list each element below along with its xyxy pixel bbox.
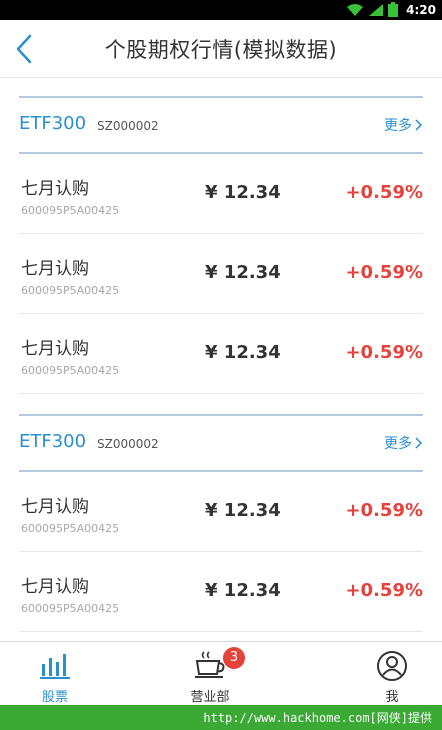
section-header: ETF300 SZ000002 更多 <box>19 414 423 472</box>
signal-icon <box>369 3 384 16</box>
section-header: ETF300 SZ000002 更多 <box>19 96 423 154</box>
option-name: 七月认购 <box>21 179 89 199</box>
nav-bar: 个股期权行情(模拟数据) <box>0 20 442 78</box>
option-price: ¥ 12.34 <box>205 500 281 521</box>
option-change: +0.59% <box>345 182 423 203</box>
status-bar: 4:20 <box>0 0 442 20</box>
tab-label: 我 <box>385 690 399 705</box>
coffee-cup-icon <box>195 651 225 678</box>
list-item[interactable]: 七月认购 600095P5A00425 ¥ 12.34 +0.59% <box>19 154 423 234</box>
option-code: 600095P5A00425 <box>21 204 120 217</box>
list-item[interactable]: 七月认购 600095P5A00425 ¥ 12.34 +0.59% <box>19 552 423 632</box>
section-etf300: ETF300 SZ000002 更多 七月认购 600095P5A00425 ¥… <box>0 96 442 394</box>
more-label: 更多 <box>384 118 412 134</box>
section-code: SZ000002 <box>97 119 159 133</box>
option-name: 七月认购 <box>21 339 89 359</box>
option-price: ¥ 12.34 <box>205 262 281 283</box>
user-icon <box>377 651 407 681</box>
battery-icon <box>388 2 399 17</box>
option-code: 600095P5A00425 <box>21 364 120 377</box>
watermark-bar: http://www.hackhome.com[网侠]提供 <box>0 705 442 730</box>
option-change: +0.59% <box>345 262 423 283</box>
section-etf300: ETF300 SZ000002 更多 七月认购 600095P5A00425 ¥… <box>0 414 442 632</box>
option-name: 七月认购 <box>21 497 89 517</box>
option-code: 600095P5A00425 <box>21 602 120 615</box>
page-title: 个股期权行情(模拟数据) <box>104 38 338 62</box>
option-name: 七月认购 <box>21 259 89 279</box>
notification-badge: 3 <box>223 647 245 669</box>
status-time: 4:20 <box>406 2 436 17</box>
watermark-text: http://www.hackhome.com[网侠]提供 <box>203 711 432 725</box>
tab-label: 股票 <box>41 690 68 705</box>
chevron-right-icon <box>415 119 423 131</box>
tab-branch[interactable]: 3 营业部 <box>155 642 265 706</box>
tab-stocks[interactable]: 股票 <box>0 642 110 706</box>
bar-chart-icon <box>40 654 70 679</box>
section-name: ETF300 <box>19 113 87 134</box>
more-link[interactable]: 更多 <box>384 433 423 453</box>
option-code: 600095P5A00425 <box>21 522 120 535</box>
option-price: ¥ 12.34 <box>205 580 281 601</box>
wifi-icon <box>347 3 364 16</box>
option-change: +0.59% <box>345 500 423 521</box>
option-change: +0.59% <box>345 580 423 601</box>
list-item[interactable]: 七月认购 600095P5A00425 ¥ 12.34 +0.59% <box>19 472 423 552</box>
quote-list[interactable]: ETF300 SZ000002 更多 七月认购 600095P5A00425 ¥… <box>0 78 442 641</box>
list-item[interactable]: 七月认购 600095P5A00425 ¥ 12.34 +0.59% <box>19 314 423 394</box>
tab-me[interactable]: 我 <box>337 642 442 706</box>
option-change: +0.59% <box>345 342 423 363</box>
tab-bar: 股票 3 营业部 我 <box>0 641 442 705</box>
option-price: ¥ 12.34 <box>205 342 281 363</box>
option-price: ¥ 12.34 <box>205 182 281 203</box>
option-code: 600095P5A00425 <box>21 284 120 297</box>
section-name: ETF300 <box>19 431 87 452</box>
tab-label: 营业部 <box>190 690 230 705</box>
more-label: 更多 <box>384 436 412 452</box>
section-code: SZ000002 <box>97 437 159 451</box>
option-name: 七月认购 <box>21 577 89 597</box>
list-item[interactable]: 七月认购 600095P5A00425 ¥ 12.34 +0.59% <box>19 234 423 314</box>
chevron-right-icon <box>415 437 423 449</box>
more-link[interactable]: 更多 <box>384 115 423 135</box>
